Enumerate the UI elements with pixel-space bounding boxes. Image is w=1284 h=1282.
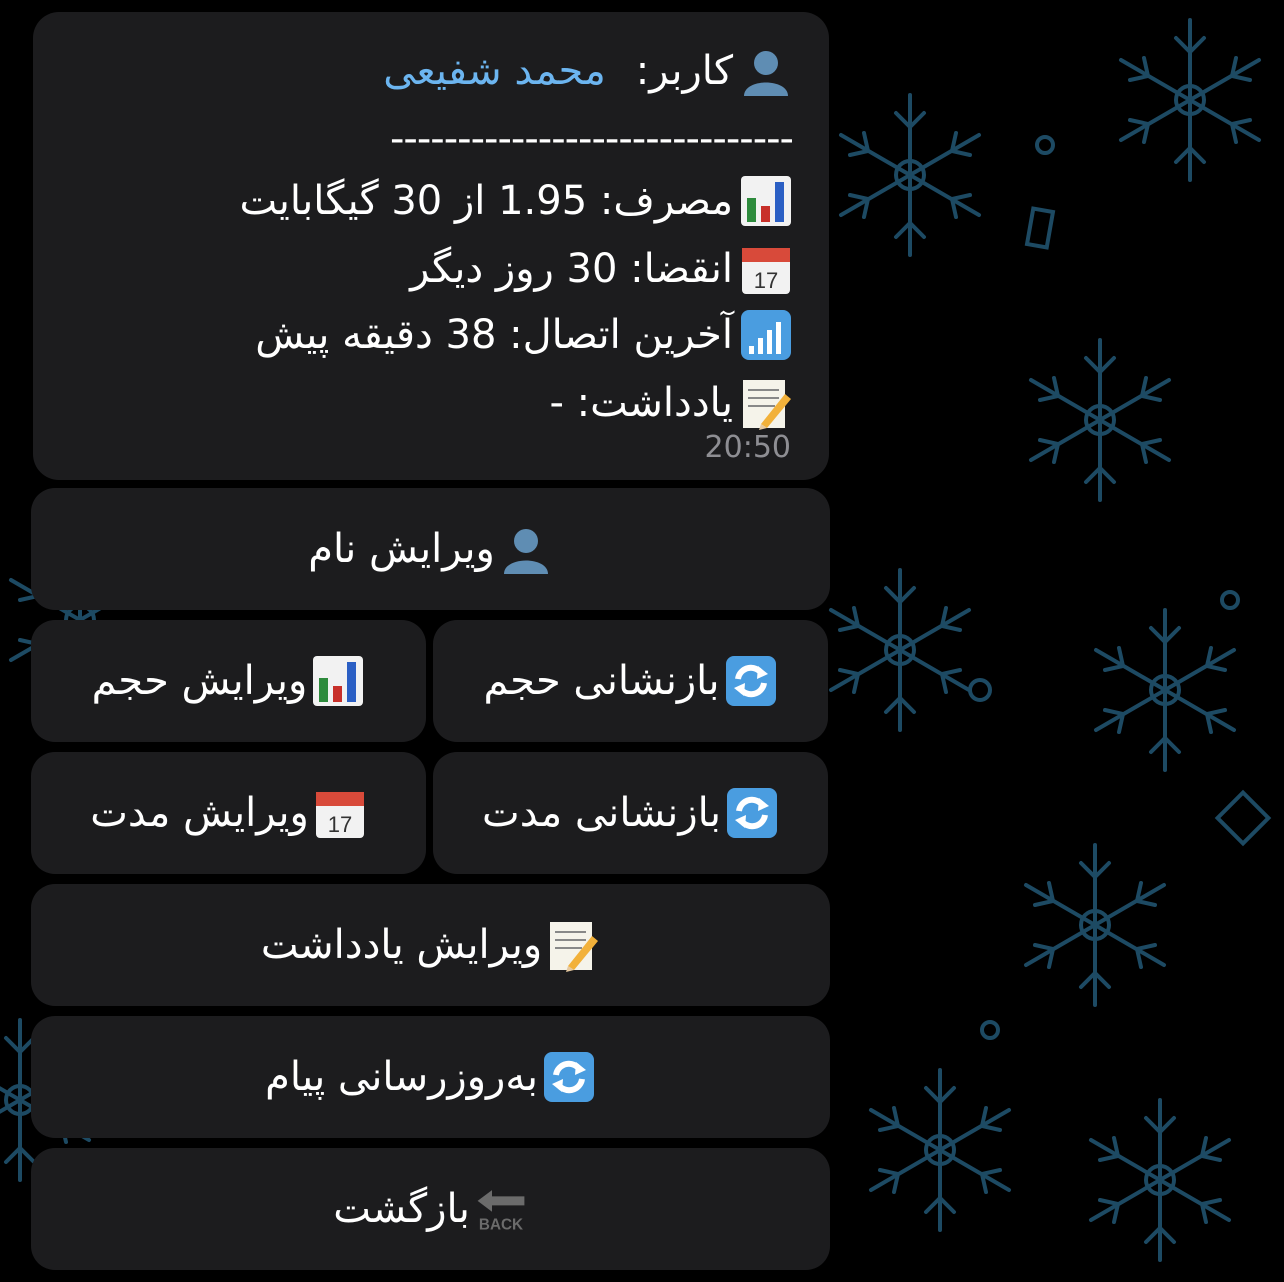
- bar-chart-icon: [739, 174, 793, 228]
- bust-in-silhouette-icon: [499, 522, 553, 576]
- bust-in-silhouette-icon: [739, 44, 793, 98]
- user-label: کاربر:: [635, 48, 733, 94]
- user-name: محمد شفیعی: [383, 48, 606, 94]
- refresh-icon: [724, 654, 778, 708]
- back-icon-text: BACK: [479, 1217, 523, 1234]
- calendar-icon: 17: [739, 242, 793, 296]
- edit-size-label: ویرایش حجم: [91, 658, 308, 704]
- separator-line: ------------------------------: [389, 116, 794, 162]
- edit-size-button[interactable]: ویرایش حجم: [31, 620, 426, 742]
- svg-text:17: 17: [754, 268, 778, 293]
- account-info-message: کاربر: محمد شفیعی ----------------------…: [33, 12, 829, 480]
- refresh-icon: [725, 786, 779, 840]
- signal-strength-icon: [739, 308, 793, 362]
- edit-duration-button[interactable]: 17 ویرایش مدت: [31, 752, 426, 874]
- expiry-line: 17 انقضا: 30 روز دیگر: [410, 238, 793, 300]
- bar-chart-icon: [311, 654, 365, 708]
- reset-size-label: بازنشانی حجم: [483, 658, 720, 704]
- refresh-icon: [542, 1050, 596, 1104]
- note-line: یادداشت: -: [550, 372, 793, 434]
- edit-note-button[interactable]: ویرایش یادداشت: [31, 884, 830, 1006]
- last-connection-text: آخرین اتصال: 38 دقیقه پیش: [255, 312, 733, 358]
- message-time: 20:50: [704, 430, 791, 465]
- edit-name-label: ویرایش نام: [308, 526, 495, 572]
- expiry-text: انقضا: 30 روز دیگر: [410, 246, 733, 292]
- memo-icon: [546, 918, 600, 972]
- back-arrow-icon: BACK: [474, 1182, 528, 1236]
- reset-duration-label: بازنشانی مدت: [482, 790, 721, 836]
- calendar-icon: 17: [313, 786, 367, 840]
- user-line: کاربر: محمد شفیعی: [383, 40, 793, 102]
- usage-line: مصرف: 1.95 از 30 گیگابایت: [239, 170, 793, 232]
- last-connection-line: آخرین اتصال: 38 دقیقه پیش: [255, 304, 793, 366]
- back-button[interactable]: BACK بازگشت: [31, 1148, 830, 1270]
- usage-text: مصرف: 1.95 از 30 گیگابایت: [239, 178, 733, 224]
- reset-duration-button[interactable]: بازنشانی مدت: [433, 752, 828, 874]
- edit-note-label: ویرایش یادداشت: [260, 922, 543, 968]
- note-text: یادداشت: -: [549, 380, 733, 426]
- svg-text:17: 17: [328, 812, 352, 837]
- reset-size-button[interactable]: بازنشانی حجم: [433, 620, 828, 742]
- memo-icon: [739, 376, 793, 430]
- back-label: بازگشت: [333, 1186, 470, 1232]
- refresh-message-label: به‌روزرسانی پیام: [265, 1054, 538, 1100]
- edit-name-button[interactable]: ویرایش نام: [31, 488, 830, 610]
- refresh-message-button[interactable]: به‌روزرسانی پیام: [31, 1016, 830, 1138]
- edit-duration-label: ویرایش مدت: [90, 790, 309, 836]
